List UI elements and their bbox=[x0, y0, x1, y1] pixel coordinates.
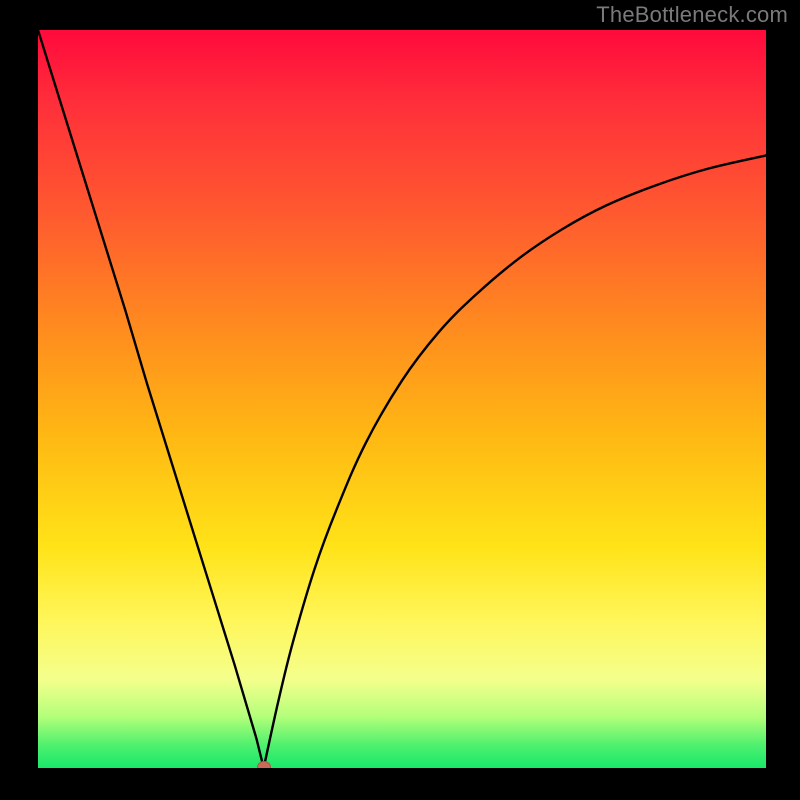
bottleneck-curve bbox=[38, 30, 766, 768]
plot-area bbox=[38, 30, 766, 768]
chart-frame: TheBottleneck.com bbox=[0, 0, 800, 800]
minimum-marker-icon bbox=[257, 761, 271, 768]
watermark-text: TheBottleneck.com bbox=[596, 2, 788, 28]
